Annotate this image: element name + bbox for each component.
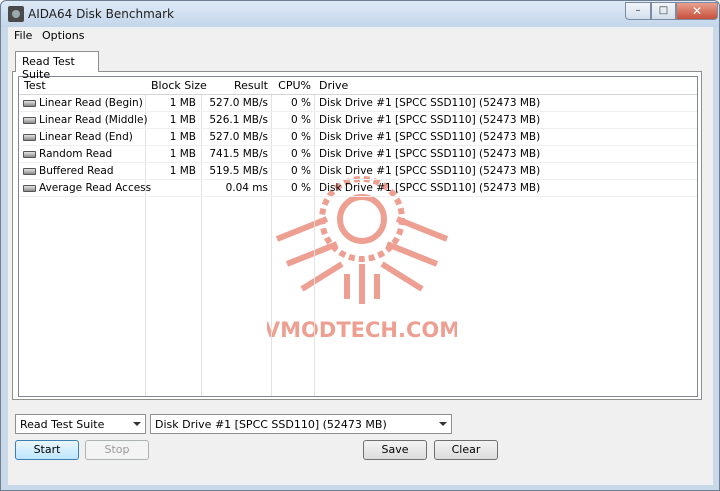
client-area: File Options Read Test Suite VMODTECH.CO… <box>8 27 713 485</box>
cell-cpu: 0 % <box>291 182 311 194</box>
cell-result: 527.0 MB/s <box>209 97 268 109</box>
header-result[interactable]: Result <box>202 79 268 92</box>
table-row[interactable]: Buffered Read 1 MB 519.5 MB/s 0 % Disk D… <box>19 163 697 180</box>
stop-button[interactable]: Stop <box>85 440 149 460</box>
table-row[interactable]: Average Read Access 0.04 ms 0 % Disk Dri… <box>19 180 697 197</box>
cell-block-size: 1 MB <box>169 131 196 143</box>
cell-drive: Disk Drive #1 [SPCC SSD110] (52473 MB) <box>319 131 541 143</box>
header-cpu[interactable]: CPU% <box>272 79 311 92</box>
chevron-down-icon <box>439 422 447 426</box>
cell-cpu: 0 % <box>291 97 311 109</box>
tab-panel: VMODTECH.COM Test Block Size Result CPU%… <box>12 71 702 400</box>
title-bar[interactable]: AIDA64 Disk Benchmark – □ ✕ <box>1 1 719 27</box>
window-title: AIDA64 Disk Benchmark <box>28 7 175 21</box>
test-suite-select[interactable]: Read Test Suite <box>15 414 146 434</box>
disk-app-icon <box>8 6 24 22</box>
clear-button[interactable]: Clear <box>434 440 498 460</box>
menu-options[interactable]: Options <box>42 29 84 42</box>
cell-drive: Disk Drive #1 [SPCC SSD110] (52473 MB) <box>319 148 541 160</box>
cell-test: Linear Read (End) <box>39 131 133 143</box>
cell-cpu: 0 % <box>291 165 311 177</box>
cell-cpu: 0 % <box>291 114 311 126</box>
cell-test: Buffered Read <box>39 165 114 177</box>
cell-result: 526.1 MB/s <box>209 114 268 126</box>
maximize-button[interactable]: □ <box>651 2 676 20</box>
drive-value: Disk Drive #1 [SPCC SSD110] (52473 MB) <box>155 418 387 431</box>
results-table: VMODTECH.COM Test Block Size Result CPU%… <box>18 76 698 397</box>
cell-result: 519.5 MB/s <box>209 165 268 177</box>
chevron-down-icon <box>133 422 141 426</box>
cell-test: Random Read <box>39 148 113 160</box>
cell-cpu: 0 % <box>291 131 311 143</box>
tab-read-test-suite[interactable]: Read Test Suite <box>15 51 99 81</box>
header-drive[interactable]: Drive <box>319 79 348 92</box>
disk-drive-icon <box>23 151 36 158</box>
drive-select[interactable]: Disk Drive #1 [SPCC SSD110] (52473 MB) <box>150 414 452 434</box>
cell-block-size: 1 MB <box>169 165 196 177</box>
table-row[interactable]: Linear Read (End) 1 MB 527.0 MB/s 0 % Di… <box>19 129 697 146</box>
table-row[interactable]: Linear Read (Middle) 1 MB 526.1 MB/s 0 %… <box>19 112 697 129</box>
save-button[interactable]: Save <box>363 440 427 460</box>
cell-result: 0.04 ms <box>225 182 268 194</box>
cell-result: 527.0 MB/s <box>209 131 268 143</box>
cell-block-size: 1 MB <box>169 148 196 160</box>
cell-block-size: 1 MB <box>169 114 196 126</box>
table-row[interactable]: Linear Read (Begin) 1 MB 527.0 MB/s 0 % … <box>19 95 697 112</box>
table-row[interactable]: Random Read 1 MB 741.5 MB/s 0 % Disk Dri… <box>19 146 697 163</box>
disk-drive-icon <box>23 100 36 107</box>
cell-cpu: 0 % <box>291 148 311 160</box>
table-header: Test Block Size Result CPU% Drive <box>19 77 697 95</box>
cell-drive: Disk Drive #1 [SPCC SSD110] (52473 MB) <box>319 182 541 194</box>
cell-block-size: 1 MB <box>169 97 196 109</box>
close-button[interactable]: ✕ <box>676 2 718 20</box>
app-window: AIDA64 Disk Benchmark – □ ✕ File Options… <box>0 0 720 491</box>
cell-test: Linear Read (Middle) <box>39 114 148 126</box>
menu-bar: File Options <box>8 27 713 46</box>
cell-drive: Disk Drive #1 [SPCC SSD110] (52473 MB) <box>319 114 541 126</box>
menu-file[interactable]: File <box>14 29 32 42</box>
minimize-button[interactable]: – <box>625 2 651 20</box>
cell-test: Average Read Access <box>39 182 152 194</box>
disk-drive-icon <box>23 117 36 124</box>
disk-drive-icon <box>23 134 36 141</box>
cell-test: Linear Read (Begin) <box>39 97 143 109</box>
cell-result: 741.5 MB/s <box>209 148 268 160</box>
disk-drive-icon <box>23 185 36 192</box>
cell-drive: Disk Drive #1 [SPCC SSD110] (52473 MB) <box>319 165 541 177</box>
start-button[interactable]: Start <box>15 440 79 460</box>
cell-drive: Disk Drive #1 [SPCC SSD110] (52473 MB) <box>319 97 541 109</box>
disk-drive-icon <box>23 168 36 175</box>
header-block-size[interactable]: Block Size <box>151 79 207 92</box>
test-suite-value: Read Test Suite <box>20 418 105 431</box>
